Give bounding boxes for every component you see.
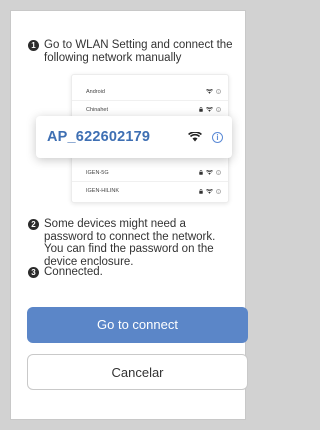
step-text: Go to WLAN Setting and connect the follo… bbox=[44, 39, 233, 64]
info-icon: i bbox=[216, 170, 221, 175]
step-1: 1 Go to WLAN Setting and connect the fol… bbox=[28, 39, 233, 64]
network-row: IGEN-5G i bbox=[72, 164, 228, 182]
lock-icon bbox=[199, 188, 203, 194]
info-icon: i bbox=[216, 89, 221, 94]
device-network-name: AP_622602179 bbox=[47, 129, 151, 145]
wifi-icon bbox=[188, 132, 202, 142]
step-2: 2 Some devices might need a password to … bbox=[28, 218, 233, 268]
highlighted-network-card: AP_622602179 i bbox=[36, 116, 232, 158]
info-icon: i bbox=[216, 188, 221, 194]
info-icon: i bbox=[212, 131, 223, 143]
step-3: 3 Connected. bbox=[28, 266, 233, 279]
wifi-icon bbox=[206, 170, 213, 175]
wifi-icon bbox=[206, 89, 213, 94]
network-name: IGEN-5G bbox=[86, 169, 109, 176]
step-number-badge: 2 bbox=[28, 219, 39, 230]
network-row: Android i bbox=[72, 83, 228, 101]
network-name: Chinahet bbox=[86, 106, 109, 113]
info-icon: i bbox=[216, 107, 221, 112]
step-text: Connected. bbox=[44, 266, 103, 278]
network-name: Android bbox=[86, 88, 105, 95]
lock-icon bbox=[199, 170, 203, 175]
step-number-badge: 3 bbox=[28, 267, 39, 278]
cancel-button[interactable]: Cancelar bbox=[27, 354, 248, 390]
network-name: IGEN-HILINK bbox=[86, 188, 120, 194]
go-to-connect-button[interactable]: Go to connect bbox=[27, 307, 248, 343]
wifi-icon bbox=[206, 188, 213, 194]
step-number-badge: 1 bbox=[28, 40, 39, 51]
lock-icon bbox=[199, 107, 203, 112]
network-row: IGEN-HILINK i bbox=[72, 182, 228, 200]
wifi-icon bbox=[206, 107, 213, 112]
step-text: Some devices might need a password to co… bbox=[44, 218, 216, 268]
